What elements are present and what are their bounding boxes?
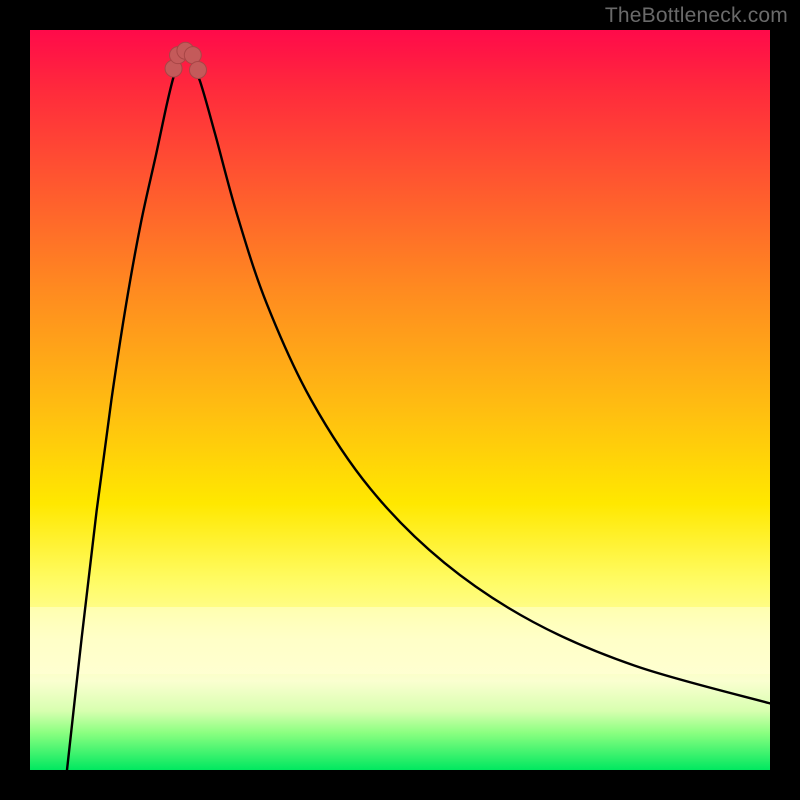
- watermark-text: TheBottleneck.com: [605, 4, 788, 28]
- outer-frame: TheBottleneck.com: [0, 0, 800, 800]
- bottleneck-curve: [67, 52, 770, 770]
- notch-marker: [165, 42, 206, 78]
- notch-dot: [189, 61, 206, 78]
- plot-area: [30, 30, 770, 770]
- curve-layer: [30, 30, 770, 770]
